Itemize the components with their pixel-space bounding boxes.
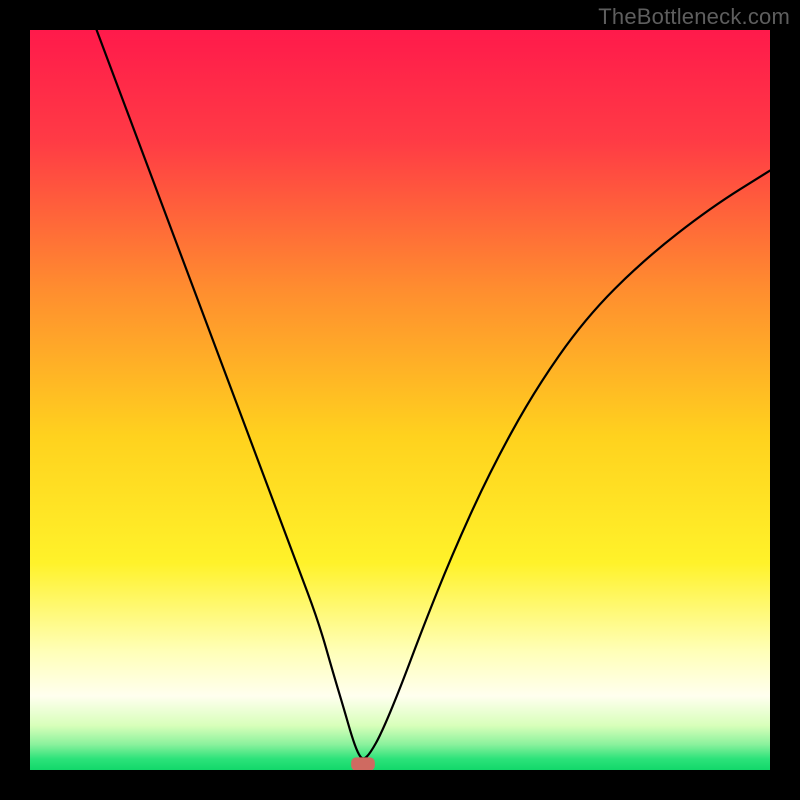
watermark-text: TheBottleneck.com: [598, 4, 790, 30]
gradient-background: [30, 30, 770, 770]
bottleneck-marker: [351, 757, 375, 770]
chart-svg: [30, 30, 770, 770]
plot-area: [30, 30, 770, 770]
chart-frame: TheBottleneck.com: [0, 0, 800, 800]
